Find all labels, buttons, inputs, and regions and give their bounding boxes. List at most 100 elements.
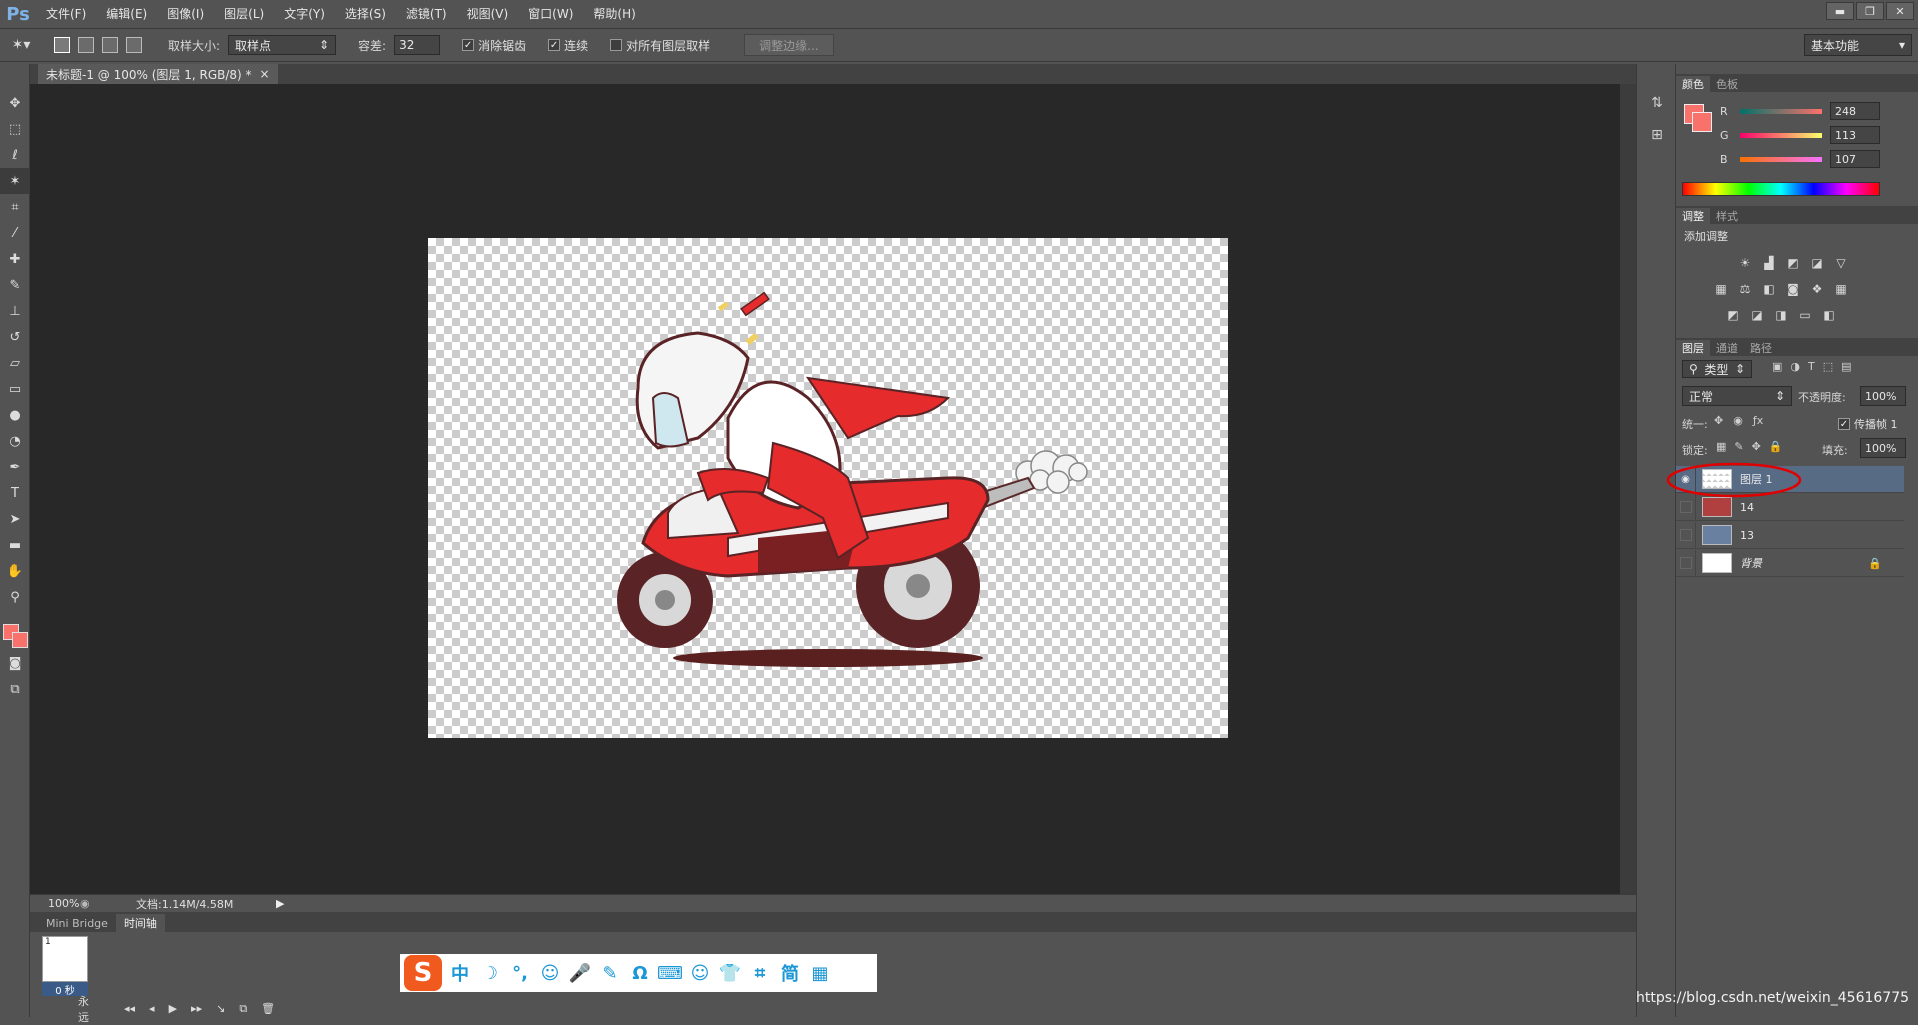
subtract-selection-button[interactable]: [102, 37, 118, 53]
animation-frame[interactable]: 1: [42, 936, 88, 982]
propagate-frame-checkbox[interactable]: ✓ 传播帧 1: [1838, 416, 1898, 432]
first-frame-icon[interactable]: ◂◂: [124, 1002, 135, 1015]
sogou-logo-icon[interactable]: S: [404, 955, 442, 991]
posterize-icon[interactable]: ◪: [1748, 306, 1766, 324]
previous-frame-icon[interactable]: ◂: [149, 1002, 155, 1015]
document-canvas[interactable]: [428, 238, 1228, 738]
quick-mask-icon[interactable]: ◙: [0, 650, 30, 676]
layer-filter-select[interactable]: ⚲ 类型 ⇕: [1682, 360, 1752, 378]
tab-color[interactable]: 颜色: [1676, 76, 1710, 92]
refine-edge-button[interactable]: 调整边缘...: [744, 34, 834, 56]
lock-all-icon[interactable]: 🔒: [1769, 440, 1783, 453]
hue-saturation-icon[interactable]: ▦: [1712, 280, 1730, 298]
special-char-icon[interactable]: Ω: [628, 961, 652, 985]
antialias-checkbox[interactable]: ✓ 消除锯齿: [462, 37, 526, 54]
adjustment-filter-icon[interactable]: ◑: [1790, 360, 1800, 373]
eyedropper-tool-icon[interactable]: ⁄: [0, 220, 30, 246]
background-color-swatch[interactable]: [12, 632, 28, 648]
green-value-input[interactable]: 113: [1830, 126, 1880, 144]
tab-timeline[interactable]: 时间轴: [115, 914, 165, 932]
gradient-map-icon[interactable]: ▭: [1796, 306, 1814, 324]
close-button[interactable]: ✕: [1886, 2, 1914, 20]
simplified-icon[interactable]: 简: [778, 961, 802, 985]
menu-image[interactable]: 图像(I): [157, 0, 214, 28]
opacity-input[interactable]: 100%: [1860, 386, 1906, 406]
tab-mini-bridge[interactable]: Mini Bridge: [38, 914, 116, 932]
unify-style-icon[interactable]: ƒx: [1753, 414, 1763, 427]
status-info-icon[interactable]: ◉: [76, 897, 136, 910]
lock-transparent-icon[interactable]: ▦: [1716, 440, 1726, 453]
keyboard-icon[interactable]: ⌨: [657, 961, 683, 985]
photo-filter-icon[interactable]: ◙: [1784, 280, 1802, 298]
vibrance-icon[interactable]: ▽: [1832, 254, 1850, 272]
color-background-swatch[interactable]: [1692, 112, 1712, 132]
blur-tool-icon[interactable]: ●: [0, 402, 30, 428]
tab-swatches[interactable]: 色板: [1710, 76, 1744, 92]
menu-edit[interactable]: 编辑(E): [96, 0, 157, 28]
menu-type[interactable]: 文字(Y): [274, 0, 335, 28]
black-white-icon[interactable]: ◧: [1760, 280, 1778, 298]
brightness-icon[interactable]: ☀: [1736, 254, 1754, 272]
moon-icon[interactable]: ☽: [478, 961, 502, 985]
duplicate-frame-icon[interactable]: ⧉: [239, 1002, 247, 1016]
invert-icon[interactable]: ◩: [1724, 306, 1742, 324]
path-selection-tool-icon[interactable]: ➤: [0, 506, 30, 532]
blue-value-input[interactable]: 107: [1830, 150, 1880, 168]
tolerance-input[interactable]: 32: [394, 35, 441, 55]
grid-menu-icon[interactable]: ▦: [808, 961, 832, 985]
sample-all-layers-checkbox[interactable]: 对所有图层取样: [610, 37, 710, 54]
tab-paths[interactable]: 路径: [1744, 340, 1778, 356]
curves-icon[interactable]: ◩: [1784, 254, 1802, 272]
chinese-mode-icon[interactable]: 中: [448, 961, 472, 985]
threshold-icon[interactable]: ◨: [1772, 306, 1790, 324]
rectangle-tool-icon[interactable]: ▬: [0, 532, 30, 558]
layer-row[interactable]: 背景 🔒: [1676, 549, 1904, 577]
selective-color-icon[interactable]: ◧: [1820, 306, 1838, 324]
play-arrow-icon[interactable]: ▶: [276, 897, 284, 910]
loop-select[interactable]: 永远: [40, 993, 89, 1025]
add-selection-button[interactable]: [78, 37, 94, 53]
crop-tool-icon[interactable]: ⌗: [0, 194, 30, 220]
restore-button[interactable]: ❐: [1856, 2, 1884, 20]
hand-tool-icon[interactable]: ✋: [0, 558, 30, 584]
unify-position-icon[interactable]: ✥: [1714, 414, 1723, 427]
type-tool-icon[interactable]: T: [0, 480, 30, 506]
magic-wand-tool-icon[interactable]: ✶: [0, 168, 30, 194]
marquee-tool-icon[interactable]: ⬚: [0, 116, 30, 142]
tab-styles[interactable]: 样式: [1710, 208, 1744, 224]
red-slider[interactable]: [1740, 108, 1822, 114]
lasso-tool-icon[interactable]: ℓ: [0, 142, 30, 168]
menu-window[interactable]: 窗口(W): [518, 0, 583, 28]
exposure-icon[interactable]: ◪: [1808, 254, 1826, 272]
lock-position-icon[interactable]: ✥: [1752, 440, 1761, 453]
microphone-icon[interactable]: 🎤: [568, 961, 592, 985]
tab-channels[interactable]: 通道: [1710, 340, 1744, 356]
color-balance-icon[interactable]: ⚖: [1736, 280, 1754, 298]
blend-mode-select[interactable]: 正常 ⇕: [1682, 386, 1792, 406]
visibility-toggle[interactable]: [1676, 549, 1696, 577]
color-lookup-icon[interactable]: ▦: [1832, 280, 1850, 298]
skin-icon[interactable]: 👕: [718, 961, 742, 985]
shape-filter-icon[interactable]: ⬚: [1823, 360, 1833, 373]
close-tab-icon[interactable]: ×: [260, 67, 270, 81]
zoom-level[interactable]: 100%: [30, 897, 79, 910]
menu-file[interactable]: 文件(F): [36, 0, 96, 28]
zoom-tool-icon[interactable]: ⚲: [0, 584, 30, 610]
layer-row[interactable]: 13: [1676, 521, 1904, 549]
eraser-tool-icon[interactable]: ▱: [0, 350, 30, 376]
channel-mixer-icon[interactable]: ❖: [1808, 280, 1826, 298]
tween-icon[interactable]: ↘: [216, 1002, 225, 1015]
unify-visibility-icon[interactable]: ◉: [1733, 414, 1743, 427]
play-icon[interactable]: ▶: [169, 1002, 177, 1015]
clone-stamp-tool-icon[interactable]: ⊥: [0, 298, 30, 324]
tab-adjustments[interactable]: 调整: [1676, 208, 1710, 224]
menu-select[interactable]: 选择(S): [335, 0, 396, 28]
levels-icon[interactable]: ▟: [1760, 254, 1778, 272]
crop-icon[interactable]: ⌗: [748, 961, 772, 985]
visibility-toggle[interactable]: [1676, 521, 1696, 549]
color-spectrum-ramp[interactable]: [1682, 182, 1880, 196]
properties-panel-icon[interactable]: ⊞: [1642, 122, 1672, 148]
emoji-icon[interactable]: ☺: [538, 961, 562, 985]
punctuation-icon[interactable]: °,: [508, 961, 532, 985]
screen-mode-icon[interactable]: ⧉: [0, 676, 30, 702]
